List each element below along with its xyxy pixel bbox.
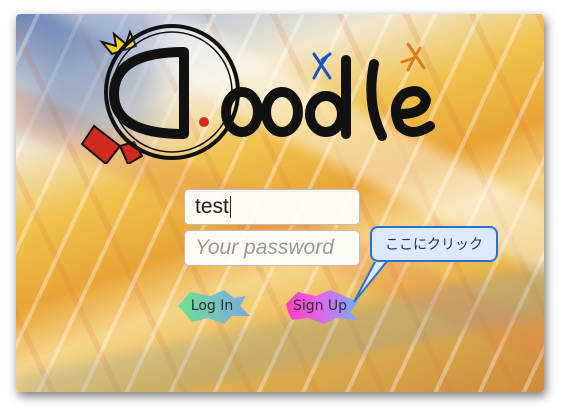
login-button[interactable]: Log In <box>170 286 254 326</box>
click-here-callout: ここにクリック <box>370 226 498 262</box>
doodle-logo <box>80 24 435 164</box>
username-input[interactable]: test <box>184 189 360 225</box>
password-placeholder: Your password <box>195 236 334 259</box>
callout-pointer <box>353 258 390 303</box>
login-button-label: Log In <box>190 298 234 314</box>
text-caret <box>229 196 231 218</box>
password-input[interactable]: Your password <box>184 230 360 266</box>
callout-text: ここにクリック <box>385 237 483 253</box>
signup-button-label: Sign Up <box>292 298 348 314</box>
username-value: test <box>195 195 229 218</box>
